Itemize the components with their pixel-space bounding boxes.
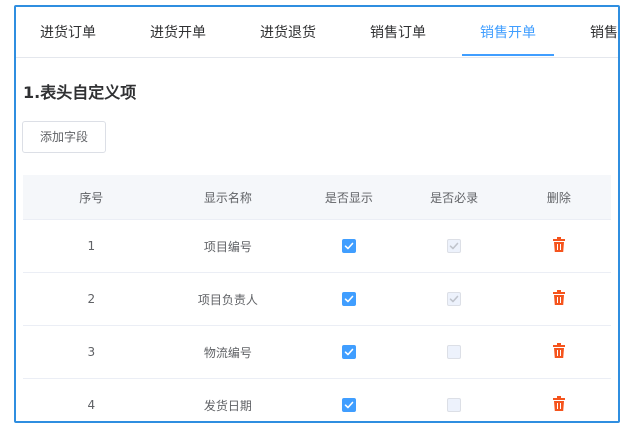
tab-sales-partial[interactable]: 销售排 bbox=[590, 7, 618, 57]
row-required-cell bbox=[401, 272, 507, 326]
table-row: 4 发货日期 bbox=[23, 378, 611, 421]
row-delete-cell bbox=[506, 219, 611, 273]
row-index: 3 bbox=[23, 325, 160, 379]
tab-sales-billing[interactable]: 销售开单 bbox=[480, 7, 536, 57]
settings-panel: 进货订单 进货开单 进货退货 销售订单 销售开单 销售排 1.表头自定义项 添加… bbox=[14, 5, 620, 423]
show-checkbox[interactable] bbox=[341, 239, 356, 254]
section-title: 1.表头自定义项 bbox=[23, 83, 137, 102]
header-required: 是否必录 bbox=[401, 175, 507, 220]
required-checkbox bbox=[447, 239, 462, 254]
row-show-cell bbox=[296, 325, 402, 379]
table-row: 3 物流编号 bbox=[23, 325, 611, 379]
row-index: 2 bbox=[23, 272, 160, 326]
required-checkbox bbox=[447, 345, 462, 360]
tab-purchase-order[interactable]: 进货订单 bbox=[40, 7, 96, 57]
header-delete: 删除 bbox=[506, 175, 611, 220]
add-field-button[interactable]: 添加字段 bbox=[22, 121, 106, 153]
tab-sales-order[interactable]: 销售订单 bbox=[370, 7, 426, 57]
row-display-name: 发货日期 bbox=[159, 378, 297, 421]
row-delete-cell bbox=[506, 325, 611, 379]
header-display-name: 显示名称 bbox=[159, 175, 297, 220]
active-tab-indicator bbox=[462, 54, 554, 56]
custom-fields-table: 序号 显示名称 是否显示 是否必录 删除 1 项目编号 2 项目负责人 3 物流编号 4 发货… bbox=[23, 175, 611, 421]
row-show-cell bbox=[296, 378, 402, 421]
table-row: 2 项目负责人 bbox=[23, 272, 611, 326]
row-index: 1 bbox=[23, 219, 160, 273]
table-row: 1 项目编号 bbox=[23, 219, 611, 273]
required-checkbox bbox=[447, 292, 462, 307]
tab-bar: 进货订单 进货开单 进货退货 销售订单 销售开单 销售排 bbox=[16, 7, 618, 58]
row-delete-cell bbox=[506, 378, 611, 421]
tab-purchase-return[interactable]: 进货退货 bbox=[260, 7, 316, 57]
row-display-name: 项目负责人 bbox=[159, 272, 297, 326]
trash-icon[interactable] bbox=[552, 290, 565, 308]
header-index: 序号 bbox=[23, 175, 160, 220]
row-required-cell bbox=[401, 325, 507, 379]
row-show-cell bbox=[296, 219, 402, 273]
row-display-name: 物流编号 bbox=[159, 325, 297, 379]
header-show: 是否显示 bbox=[296, 175, 402, 220]
row-display-name: 项目编号 bbox=[159, 219, 297, 273]
show-checkbox[interactable] bbox=[341, 345, 356, 360]
row-index: 4 bbox=[23, 378, 160, 421]
row-show-cell bbox=[296, 272, 402, 326]
trash-icon[interactable] bbox=[552, 343, 565, 361]
show-checkbox[interactable] bbox=[341, 292, 356, 307]
trash-icon[interactable] bbox=[552, 237, 565, 255]
trash-icon[interactable] bbox=[552, 396, 565, 414]
required-checkbox bbox=[447, 398, 462, 413]
row-delete-cell bbox=[506, 272, 611, 326]
row-required-cell bbox=[401, 219, 507, 273]
show-checkbox[interactable] bbox=[341, 398, 356, 413]
table-header-row: 序号 显示名称 是否显示 是否必录 删除 bbox=[23, 175, 611, 220]
row-required-cell bbox=[401, 378, 507, 421]
tab-purchase-billing[interactable]: 进货开单 bbox=[150, 7, 206, 57]
